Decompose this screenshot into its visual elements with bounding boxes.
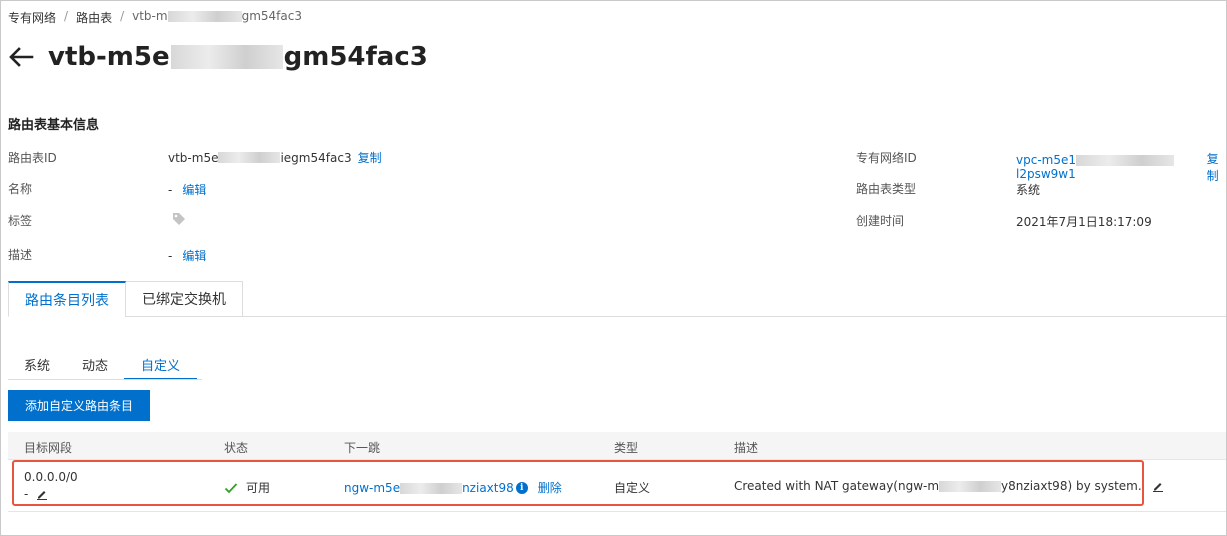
desc-value: - 编辑 <box>168 247 207 264</box>
route-table-type-value: 系统 <box>1016 183 1041 197</box>
edit-name-button[interactable]: 编辑 <box>182 181 206 198</box>
status-cell: 可用 <box>224 479 270 496</box>
breadcrumb-route-tables[interactable]: 路由表 <box>76 9 112 26</box>
status-text: 可用 <box>246 481 271 495</box>
tabs-divider <box>125 316 1226 317</box>
edit-cidr-name-icon[interactable] <box>36 488 48 500</box>
tag-label: 标签 <box>8 214 33 228</box>
add-custom-route-button[interactable]: 添加自定义路由条目 <box>8 390 150 421</box>
created-time-label: 创建时间 <box>856 214 905 228</box>
header-next-hop: 下一跳 <box>344 441 381 455</box>
edit-desc-button[interactable]: 编辑 <box>182 247 206 264</box>
tag-icon[interactable] <box>172 212 186 226</box>
page-title: vtb-m5e gm54fac3 <box>48 42 428 72</box>
sub-tabs: 系统 动态 自定义 <box>8 350 198 380</box>
edit-description-icon[interactable] <box>1152 480 1164 492</box>
created-time-value: 2021年7月1日18:17:09 <box>1016 215 1152 229</box>
header-status: 状态 <box>224 441 249 455</box>
breadcrumb-separator: / <box>64 9 69 23</box>
breadcrumb-vpc[interactable]: 专有网络 <box>8 9 56 26</box>
copy-vpc-id-button[interactable]: 复制 <box>1207 150 1227 184</box>
route-table-id-value: vtb-m5e iegm54fac3 复制 <box>168 149 382 166</box>
tab-bound-vswitches[interactable]: 已绑定交换机 <box>126 281 243 317</box>
copy-route-table-id-button[interactable]: 复制 <box>358 149 382 166</box>
description-cell: Created with NAT gateway(ngw-m y8nziaxt98… <box>734 479 1164 493</box>
route-table-type-label: 路由表类型 <box>856 182 917 196</box>
desc-label: 描述 <box>8 248 33 262</box>
table-row: 0.0.0.0/0 - 可用 ngw-m5e nziaxt98 i 删除 自定义 … <box>8 460 1226 512</box>
tab-route-entries[interactable]: 路由条目列表 <box>8 281 126 317</box>
next-hop-link[interactable]: ngw-m5e nziaxt98 <box>344 481 514 495</box>
info-icon[interactable]: i <box>515 481 528 494</box>
type-cell: 自定义 <box>614 481 651 495</box>
subtabs-divider <box>8 379 202 380</box>
vpc-id-value: vpc-m5e1l2psw9w1 复制 <box>1016 150 1227 184</box>
vpc-id-link[interactable]: vpc-m5e1l2psw9w1 <box>1016 153 1201 181</box>
check-icon <box>224 482 238 494</box>
tag-value <box>172 212 186 226</box>
back-arrow-icon[interactable] <box>8 46 34 68</box>
header-destination: 目标网段 <box>24 441 73 455</box>
next-hop-cell: ngw-m5e nziaxt98 i 删除 <box>344 479 562 496</box>
vpc-id-label: 专有网络ID <box>856 151 917 165</box>
section-title: 路由表基本信息 <box>8 118 100 133</box>
breadcrumb: 专有网络 / 路由表 / vtb-m gm54fac3 <box>8 9 302 26</box>
breadcrumb-current: vtb-m gm54fac3 <box>132 9 302 23</box>
route-table-id-label: 路由表ID <box>8 151 57 165</box>
cidr-value: 0.0.0.0/0 <box>24 470 78 484</box>
breadcrumb-separator: / <box>120 9 125 23</box>
header-type: 类型 <box>614 441 639 455</box>
title-row: vtb-m5e gm54fac3 <box>8 42 428 72</box>
table-header: 目标网段 状态 下一跳 类型 描述 <box>8 432 1226 460</box>
main-tabs: 路由条目列表 已绑定交换机 <box>8 281 243 317</box>
header-description: 描述 <box>734 441 759 455</box>
subtab-dynamic[interactable]: 动态 <box>66 350 124 380</box>
name-label: 名称 <box>8 182 33 196</box>
delete-button[interactable]: 删除 <box>538 479 562 496</box>
subtab-custom[interactable]: 自定义 <box>124 350 198 380</box>
subtab-system[interactable]: 系统 <box>8 350 66 380</box>
name-value: - 编辑 <box>168 181 207 198</box>
cidr-name-cell: - <box>24 487 48 501</box>
